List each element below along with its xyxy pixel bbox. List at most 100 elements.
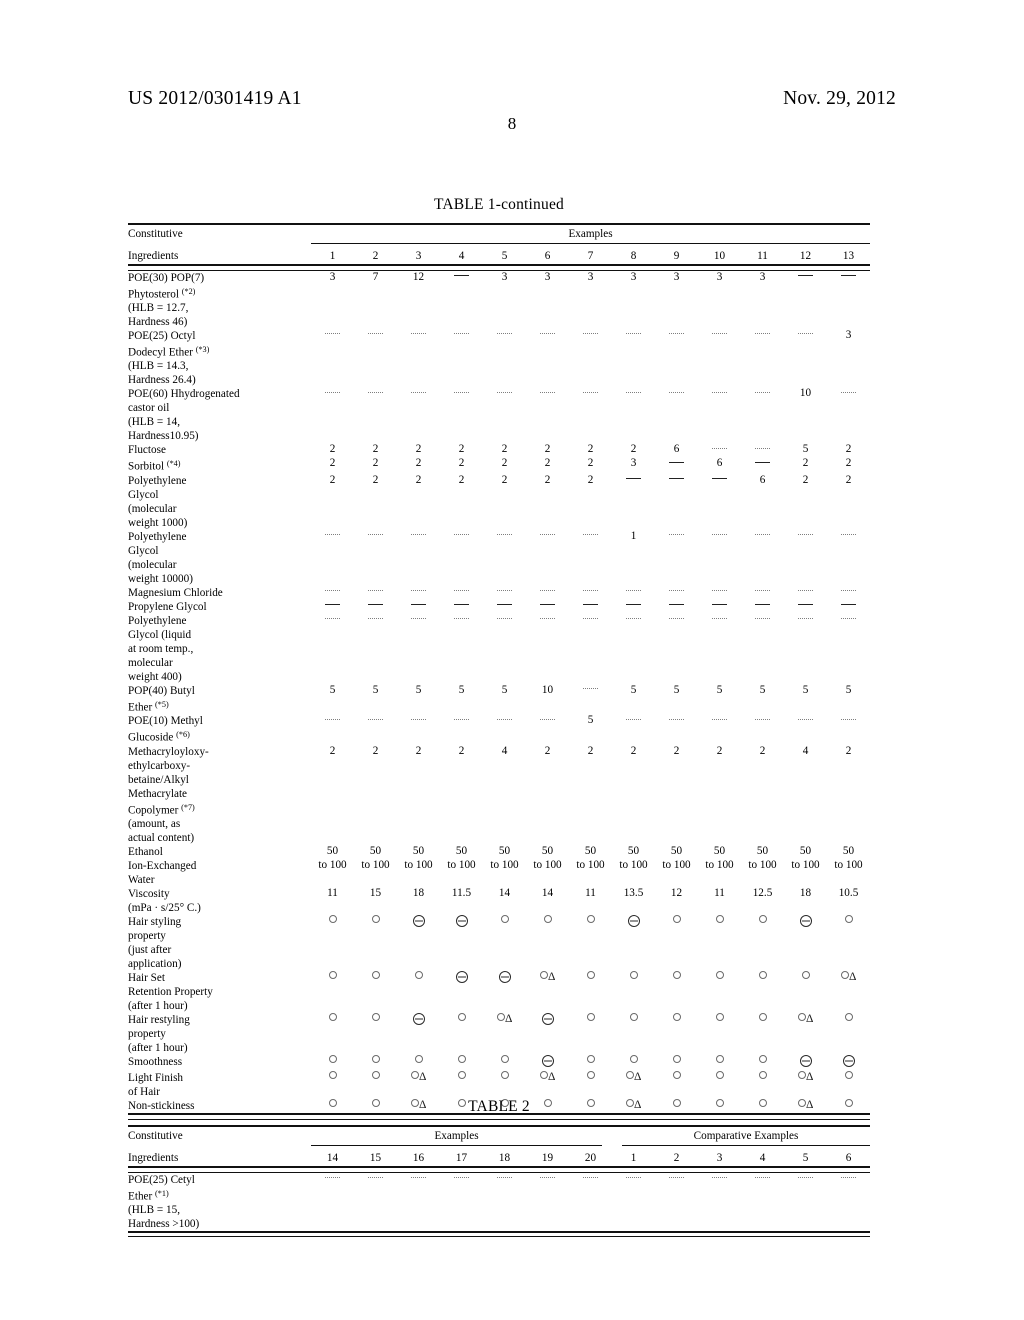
row-label: POP(40) Butyl Ether (*5) xyxy=(128,684,195,714)
cell-r6-c4: 2 xyxy=(458,473,465,486)
table-2-block: TABLE 2 Constitutive Examples Comparative … xyxy=(128,1098,870,1238)
cell-r16-c4: 11.5 xyxy=(451,887,472,900)
circle-mark xyxy=(328,1071,337,1080)
row-label: Light Finish of Hair xyxy=(128,1072,184,1099)
circle-mark xyxy=(496,1013,505,1022)
cell-r9-c10 xyxy=(698,600,741,614)
dash-mark xyxy=(583,604,598,606)
cell-r17-c8 xyxy=(612,915,655,971)
cell-r9-c6 xyxy=(526,600,569,614)
cell-r7-c12 xyxy=(784,530,827,586)
running-head: US 2012/0301419 A1 Nov. 29, 2012 xyxy=(128,88,896,110)
cell-r2-c5 xyxy=(483,329,526,387)
cell-r7-c10 xyxy=(698,530,741,586)
patent-number: US 2012/0301419 A1 xyxy=(128,88,302,109)
cell-r11-c13: 5 xyxy=(845,683,852,696)
cell-r1-c6 xyxy=(526,1172,569,1232)
circle-mark xyxy=(758,1013,767,1022)
cell-r6-c9 xyxy=(655,474,698,530)
footnote-marker: (*5) xyxy=(155,699,169,709)
footnote-marker: (*6) xyxy=(176,730,190,740)
cell-r10-c12 xyxy=(784,614,827,684)
cell-r5-c10: 6 xyxy=(716,457,723,470)
cell-r5-c2: 2 xyxy=(372,457,379,470)
cell-r11-c9: 5 xyxy=(673,683,680,696)
faint-dash-mark xyxy=(755,618,770,620)
cell-r1-c11: 3 xyxy=(759,270,766,283)
faint-dash-mark xyxy=(712,618,727,620)
triangle-mark: Δ xyxy=(806,1071,814,1084)
patent-page: US 2012/0301419 A1 Nov. 29, 2012 8 TABLE… xyxy=(0,0,1024,1320)
cell-r1-c8 xyxy=(612,1172,655,1232)
cell-r16-c5: 14 xyxy=(498,887,511,900)
faint-dash-mark xyxy=(325,618,340,620)
cell-r18-c2 xyxy=(354,971,397,1013)
table-row: Hair Set Retention Property (after 1 hour)… xyxy=(128,971,870,1013)
cell-r17-c4 xyxy=(440,915,483,971)
cell-r18-c8 xyxy=(612,971,655,1013)
cell-r12-c4 xyxy=(440,714,483,744)
cell-r21-c4 xyxy=(440,1071,483,1099)
cell-r17-c1 xyxy=(311,915,354,971)
cell-r12-c5 xyxy=(483,714,526,744)
triangle-mark: Δ xyxy=(806,1013,814,1026)
cell-r9-c2 xyxy=(354,600,397,614)
cell-r19-c11 xyxy=(741,1013,784,1055)
row-label: Polyethylene Glycol (molecular weight 10000… xyxy=(128,530,193,585)
cell-r2-c3 xyxy=(397,329,440,387)
faint-dash-mark xyxy=(798,1176,813,1178)
table-row: Viscosity (mPa · s/25° C.) 11 15 18 11.5 14 14 1… xyxy=(128,887,870,915)
faint-dash-mark xyxy=(540,1176,555,1178)
cell-r9-c9 xyxy=(655,600,698,614)
faint-dash-mark xyxy=(626,1176,641,1178)
faint-dash-mark xyxy=(583,590,598,592)
faint-dash-mark xyxy=(368,1176,383,1178)
cell-r7-c3 xyxy=(397,530,440,586)
cell-r20-c6 xyxy=(526,1055,569,1071)
cell-r8-c9 xyxy=(655,586,698,600)
faint-dash-mark xyxy=(798,618,813,620)
faint-dash-mark xyxy=(669,1176,684,1178)
cell-r17-c12 xyxy=(784,915,827,971)
faint-dash-mark xyxy=(325,718,340,720)
dash-mark xyxy=(841,604,856,606)
circled-dash-mark xyxy=(799,915,812,928)
faint-dash-mark xyxy=(325,1176,340,1178)
circle-mark xyxy=(672,915,681,924)
column-header-5: 18 xyxy=(498,1152,511,1164)
circle-mark xyxy=(328,1055,337,1064)
faint-dash-mark xyxy=(368,590,383,592)
table-1-caption: TABLE 1-continued xyxy=(433,196,564,213)
faint-dash-mark xyxy=(669,391,684,393)
cell-r10-c11 xyxy=(741,614,784,684)
circle-mark xyxy=(500,1071,509,1080)
row-label: Fluctose xyxy=(128,444,166,457)
circle-mark xyxy=(715,971,724,980)
faint-dash-mark xyxy=(454,590,469,592)
cell-r4-c12: 5 xyxy=(802,443,809,456)
cell-r4-c2: 2 xyxy=(372,443,379,456)
cell-r8-c6 xyxy=(526,586,569,600)
cell-r9-c8 xyxy=(612,600,655,614)
cell-r5-c12: 2 xyxy=(802,457,809,470)
cell-r15-c5: to 100 xyxy=(490,859,519,872)
cell-r3-c5 xyxy=(483,387,526,443)
table-row: Methacryloyloxy-ethylcarboxy-betaine/Alk… xyxy=(128,745,870,845)
row-label: Hair styling property (just after applicati… xyxy=(128,916,182,971)
circled-dash-mark xyxy=(541,1013,554,1026)
circled-dash-mark xyxy=(498,971,511,984)
cell-r14-c5: 50 xyxy=(498,845,511,858)
cell-r17-c11 xyxy=(741,915,784,971)
circle-mark xyxy=(328,915,337,924)
circle-mark xyxy=(539,1071,548,1080)
table-row: POE(10) Methyl Glucoside (*6) 5 xyxy=(128,714,870,744)
cell-r1-c5 xyxy=(483,1172,526,1232)
cell-r12-c9 xyxy=(655,714,698,744)
dash-mark xyxy=(454,274,469,276)
cell-r9-c11 xyxy=(741,600,784,614)
cell-r8-c12 xyxy=(784,586,827,600)
cell-r20-c2 xyxy=(354,1055,397,1071)
faint-dash-mark xyxy=(583,333,598,335)
table-2: Constitutive Examples Comparative Examples… xyxy=(128,1125,870,1238)
cell-r19-c8 xyxy=(612,1013,655,1055)
